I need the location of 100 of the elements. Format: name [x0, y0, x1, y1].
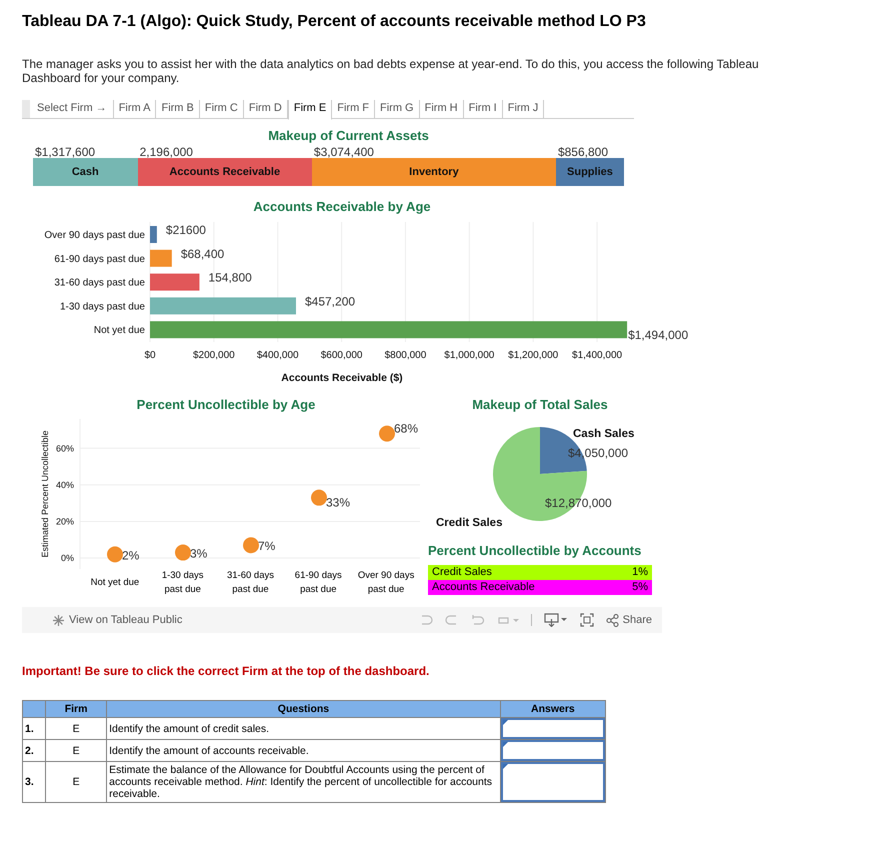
rate-value: 5%	[632, 580, 648, 595]
bar	[150, 274, 200, 291]
share-icon	[606, 614, 619, 626]
answer-field[interactable]	[500, 718, 605, 739]
value-label: 3%	[190, 546, 208, 561]
bar-segment: Inventory	[312, 158, 556, 186]
firm-tab[interactable]: Firm H	[420, 100, 464, 118]
corner-icon	[502, 720, 508, 725]
slice-label: Cash Sales	[573, 428, 634, 440]
column-header: Questions	[106, 700, 500, 718]
row-number: 2.	[22, 740, 46, 762]
header-cell	[22, 700, 46, 718]
category-label: 61-90 days past due	[294, 569, 343, 597]
category-label: Not yet due	[94, 325, 145, 336]
answer-field[interactable]	[500, 762, 605, 802]
rate-label: Accounts Receivable	[432, 580, 535, 595]
axis-tick-label: $600,000	[320, 350, 362, 361]
axis-tick-label: $200,000	[193, 350, 235, 361]
axis-title: Estimated Percent Uncollectible	[40, 430, 50, 558]
data-point	[107, 546, 123, 562]
category-label: 31-60 days past due	[54, 278, 145, 289]
axis-tick-label: $400,000	[256, 350, 299, 361]
bar-segment: Cash	[33, 158, 138, 186]
axis-tick-label: $0	[144, 350, 156, 361]
chart-title: Percent Uncollectible by Age	[136, 397, 316, 412]
value-label: $68,400	[180, 246, 224, 261]
tab-bar-edge	[22, 100, 30, 118]
table-cell: E	[46, 740, 107, 762]
rate-label: Credit Sales	[432, 565, 492, 580]
question-text: Estimate the balance of the Allowance for Doubtful Accounts using the percent of accounts receivable method. Hint: Identify the percent of uncollectible for accounts receivable.	[106, 762, 500, 802]
value-label: $1,317,600	[34, 145, 96, 159]
answer-field[interactable]	[500, 740, 605, 761]
axis-tick-label: 60%	[56, 443, 74, 454]
bar	[150, 250, 172, 267]
rate-value: 1%	[632, 565, 648, 580]
question-text: Identify the amount of accounts receivable.	[106, 740, 500, 762]
row-number: 1.	[22, 718, 46, 740]
firm-tab[interactable]: Firm I	[464, 100, 503, 118]
value-label: $457,200	[305, 294, 356, 308]
firm-tab[interactable]: Firm G	[375, 100, 420, 118]
row-number: 3.	[22, 762, 46, 802]
view-link[interactable]: View on Tableau Public	[52, 614, 182, 626]
corner-icon	[502, 764, 508, 769]
category-label: 31-60 days past due	[226, 569, 275, 597]
axis-tick-label: 20%	[56, 516, 74, 526]
axis-tick-label: 40%	[56, 480, 74, 490]
bar-segment: Supplies	[556, 158, 624, 186]
intro-text: The manager asks you to assist her with the data analytics on bad debts expense at year-end. To do this, you access the following Tableau Dashboard for your company.	[22, 57, 760, 85]
axis-tick-label: 0%	[60, 553, 74, 564]
data-point	[379, 426, 395, 442]
category-label: 61-90 days past due	[54, 254, 145, 265]
value-label: $21600	[166, 223, 206, 237]
firm-tab[interactable]: Firm B	[156, 100, 200, 118]
category-label: Over 90 days past due	[44, 230, 145, 241]
value-label: $856,800	[556, 145, 608, 159]
value-label: 2%	[122, 548, 140, 562]
bar	[150, 226, 157, 243]
bar-segment: Accounts Receivable	[138, 158, 312, 186]
axis-tick-label: $1,400,000	[572, 350, 622, 361]
table-cell: E	[46, 718, 107, 740]
axis-tick-label: $1,200,000	[508, 350, 558, 361]
snowflake-icon	[52, 614, 65, 626]
value-label: 33%	[326, 496, 350, 510]
value-label: $1,494,000	[628, 328, 688, 342]
select-firm-label: Select Firm →	[30, 100, 114, 118]
axis-tick-label: $1,000,000	[444, 350, 494, 361]
page-title: Tableau DA 7-1 (Algo): Quick Study, Percent of accounts receivable method LO P3	[22, 12, 647, 32]
category-label: 1-30 days past due	[160, 569, 205, 597]
share-button[interactable]: Share	[606, 614, 652, 626]
chart-title: Makeup of Current Assets	[267, 129, 430, 143]
category-label: Over 90 days past due	[356, 569, 416, 597]
axis-tick-label: $800,000	[384, 350, 426, 361]
slice-label: Credit Sales	[436, 517, 502, 529]
corner-icon	[502, 742, 508, 747]
category-label: 1-30 days past due	[60, 301, 145, 312]
firm-tab[interactable]: Firm A	[114, 100, 156, 118]
fullscreen-icon[interactable]	[580, 613, 594, 627]
firm-tab[interactable]: Firm C	[200, 100, 244, 118]
important-note: Important! Be sure to click the correct Firm at the top of the dashboard.	[22, 664, 430, 678]
axis-title: Accounts Receivable ($)	[281, 372, 403, 384]
data-point	[243, 537, 259, 554]
firm-tab[interactable]: Firm J	[502, 100, 544, 118]
firm-tab[interactable]: Firm E	[288, 100, 332, 120]
value-label: 2,196,000	[138, 145, 193, 159]
value-label: 68%	[394, 422, 418, 436]
chart-title: Accounts Receivable by Age	[253, 199, 431, 214]
value-label: 154,800	[208, 270, 252, 285]
download-icon[interactable]	[544, 613, 568, 627]
section-title: Percent Uncollectible by Accounts	[428, 543, 642, 558]
category-label: Not yet due	[90, 576, 140, 590]
data-point	[175, 544, 191, 561]
column-header: Answers	[500, 700, 606, 718]
column-header: Firm	[46, 700, 107, 718]
firm-tab[interactable]: Firm F	[332, 100, 376, 118]
question-text: Identify the amount of credit sales.	[106, 718, 500, 740]
table-cell: E	[46, 762, 107, 802]
value-label: $3,074,400	[312, 145, 374, 159]
chart-title: Makeup of Total Sales	[472, 397, 608, 412]
value-label: 7%	[258, 539, 276, 554]
data-point	[311, 490, 327, 506]
